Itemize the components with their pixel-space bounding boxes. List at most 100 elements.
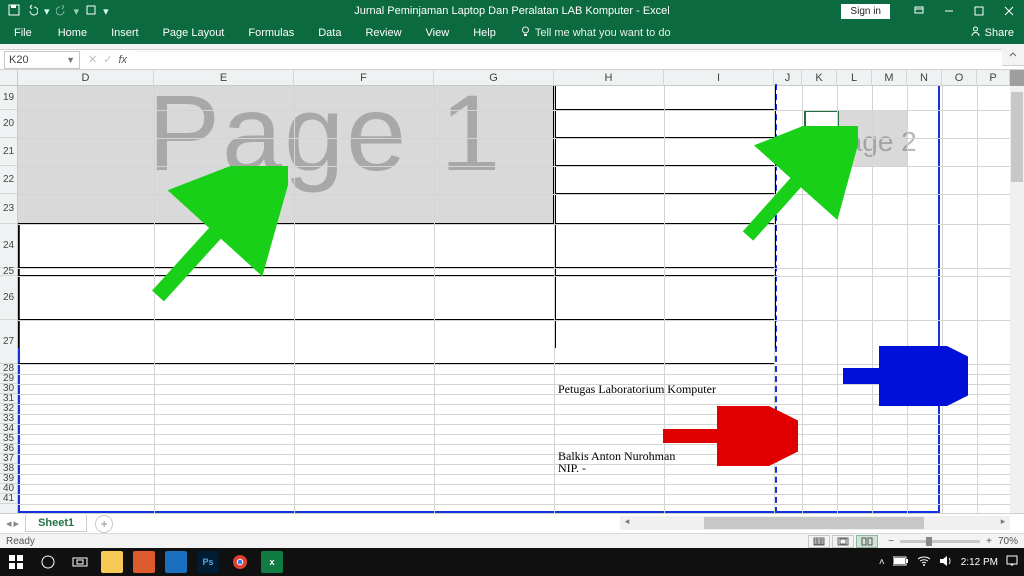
undo-dropdown-icon[interactable]: ▾	[44, 5, 50, 18]
minimize-icon[interactable]	[934, 0, 964, 22]
taskview-icon[interactable]	[64, 548, 96, 576]
maximize-icon[interactable]	[964, 0, 994, 22]
col-header-P[interactable]: P	[977, 70, 1010, 86]
row-header-41[interactable]: 41	[0, 494, 17, 504]
enter-formula-icon[interactable]: ✓	[103, 53, 112, 66]
formula-bar-row: K20 ▼ ✕ ✓ fx ▾	[0, 50, 1024, 70]
view-pagebreak-icon[interactable]	[856, 535, 878, 548]
name-box[interactable]: K20 ▼	[4, 51, 80, 69]
horizontal-scrollbar[interactable]: ◂ ▸	[620, 516, 1010, 530]
collapse-ribbon-icon[interactable]	[1002, 44, 1024, 66]
select-all-triangle[interactable]	[0, 70, 18, 86]
tab-insert[interactable]: Insert	[99, 22, 151, 44]
col-header-O[interactable]: O	[942, 70, 977, 86]
zoom-controls[interactable]: − + 70%	[888, 536, 1018, 547]
tray-time[interactable]: 2:12 PM	[961, 557, 998, 568]
col-header-D[interactable]: D	[18, 70, 154, 86]
sheet-area: DEFGHIJKLMNOP 19202122232425262728293031…	[0, 70, 1024, 513]
signin-button[interactable]: Sign in	[841, 4, 890, 19]
title-bar: ▾ ▾ ▾ Jurnal Peminjaman Laptop Dan Peral…	[0, 0, 1024, 22]
fx-icon[interactable]: fx	[118, 54, 127, 66]
row-header-24[interactable]: 24	[0, 224, 17, 268]
cancel-formula-icon[interactable]: ✕	[88, 53, 97, 66]
undo-icon[interactable]	[26, 4, 38, 19]
red-arrow	[658, 406, 798, 466]
row-header-25[interactable]: 25	[0, 268, 17, 276]
tab-home[interactable]: Home	[46, 22, 99, 44]
tell-me[interactable]: Tell me what you want to do	[508, 22, 683, 44]
tray-battery-icon[interactable]	[893, 556, 909, 569]
zoom-plus-label[interactable]: +	[986, 536, 992, 547]
redo-icon[interactable]	[56, 4, 68, 19]
save-icon[interactable]	[8, 4, 20, 19]
cell-petugas: Petugas Laboratorium Komputer	[558, 382, 716, 397]
sheet-tab-sheet1[interactable]: Sheet1	[25, 515, 87, 532]
sheet-tab-bar: ◂ ▸ Sheet1 + ◂ ▸	[0, 513, 1024, 533]
close-icon[interactable]	[994, 0, 1024, 22]
green-arrow-2	[738, 126, 858, 246]
qat-dropdown-icon[interactable]: ▾	[103, 5, 109, 18]
hscroll-right-icon[interactable]: ▸	[996, 516, 1010, 530]
cortana-icon[interactable]	[32, 548, 64, 576]
col-header-L[interactable]: L	[837, 70, 872, 86]
zoom-out-icon[interactable]: −	[888, 536, 894, 547]
touch-mode-icon[interactable]	[85, 4, 97, 19]
col-header-J[interactable]: J	[774, 70, 802, 86]
tab-nav-last-icon[interactable]: ▸	[14, 517, 20, 530]
col-header-H[interactable]: H	[554, 70, 664, 86]
zoom-value[interactable]: 70%	[998, 536, 1018, 547]
ribbon-options-icon[interactable]	[904, 0, 934, 22]
tray-volume-icon[interactable]	[939, 555, 953, 570]
tab-help[interactable]: Help	[461, 22, 508, 44]
tab-file[interactable]: File	[0, 22, 46, 44]
view-pagelayout-icon[interactable]	[832, 535, 854, 548]
quick-access-toolbar: ▾ ▾ ▾	[0, 4, 109, 19]
grid[interactable]: Page 1 Page 2 Petugas Laboratorium Kompu…	[18, 86, 1010, 513]
row-header-21[interactable]: 21	[0, 138, 17, 166]
hscroll-left-icon[interactable]: ◂	[620, 516, 634, 530]
taskbar-app-blue-icon[interactable]	[160, 548, 192, 576]
formula-input[interactable]	[135, 51, 1006, 69]
col-header-M[interactable]: M	[872, 70, 907, 86]
row-header-26[interactable]: 26	[0, 276, 17, 320]
row-headers[interactable]: 1920212223242526272829303132333435363738…	[0, 86, 18, 513]
col-header-K[interactable]: K	[802, 70, 837, 86]
tray-notifications-icon[interactable]	[1006, 555, 1018, 570]
taskbar-fileexplorer-icon[interactable]	[96, 548, 128, 576]
vertical-scrollbar[interactable]	[1010, 86, 1024, 513]
start-button[interactable]	[0, 548, 32, 576]
name-box-dropdown-icon[interactable]: ▼	[66, 55, 75, 65]
tab-view[interactable]: View	[414, 22, 462, 44]
share-label: Share	[985, 27, 1014, 39]
tray-chevron-icon[interactable]: ˄	[879, 557, 885, 568]
row-header-19[interactable]: 19	[0, 86, 17, 110]
row-header-22[interactable]: 22	[0, 166, 17, 194]
share-button[interactable]: Share	[970, 26, 1024, 40]
taskbar-excel-icon[interactable]: x	[256, 548, 288, 576]
tab-nav-first-icon[interactable]: ◂	[6, 517, 12, 530]
tab-data[interactable]: Data	[306, 22, 353, 44]
status-bar: Ready − + 70%	[0, 533, 1024, 548]
taskbar-chrome-icon[interactable]	[224, 548, 256, 576]
tray-wifi-icon[interactable]	[917, 555, 931, 570]
tab-formulas[interactable]: Formulas	[236, 22, 306, 44]
taskbar-app-orange-icon[interactable]	[128, 548, 160, 576]
add-sheet-button[interactable]: +	[95, 515, 113, 533]
vertical-scroll-thumb[interactable]	[1011, 92, 1023, 182]
tab-pagelayout[interactable]: Page Layout	[151, 22, 237, 44]
share-icon	[970, 26, 981, 40]
bulb-icon	[520, 26, 531, 40]
tab-review[interactable]: Review	[353, 22, 413, 44]
col-header-N[interactable]: N	[907, 70, 942, 86]
view-normal-icon[interactable]	[808, 535, 830, 548]
tell-me-label: Tell me what you want to do	[535, 27, 671, 39]
redo-dropdown-icon[interactable]: ▾	[74, 5, 80, 18]
row-header-27[interactable]: 27	[0, 320, 17, 364]
row-header-23[interactable]: 23	[0, 194, 17, 224]
zoom-slider[interactable]	[900, 540, 980, 543]
taskbar-photoshop-icon[interactable]: Ps	[192, 548, 224, 576]
row-header-20[interactable]: 20	[0, 110, 17, 138]
status-ready: Ready	[6, 536, 35, 547]
horizontal-scroll-thumb[interactable]	[704, 517, 924, 529]
col-header-I[interactable]: I	[664, 70, 774, 86]
